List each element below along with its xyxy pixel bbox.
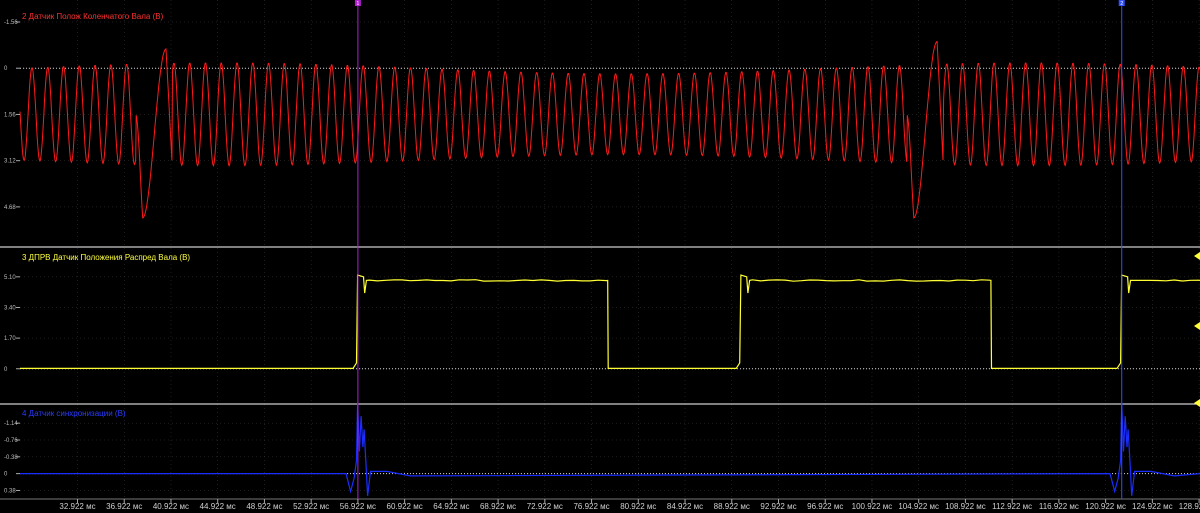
ch2-title[interactable]: 2 Датчик Полож Коленчатого Вала (В) [22,12,164,21]
y-tick-label: 3.40 [4,305,16,311]
x-tick-label: 92.922 мс [760,502,796,511]
x-tick-label: 44.922 мс [200,502,236,511]
x-tick-label: 32.922 мс [59,502,95,511]
x-tick-label: 116.922 мс [1039,502,1079,511]
y-tick-label: -1.14 [4,421,18,427]
x-tick-label: 96.922 мс [807,502,843,511]
x-tick-label: 108.922 мс [945,502,986,511]
ch3-title[interactable]: 3 ДПРВ Датчик Положения Распред Вала (В) [22,253,190,262]
y-tick-label: -0.38 [4,455,18,461]
x-tick-label: 120.922 мс [1085,502,1126,511]
x-tick-label: 112.922 мс [992,502,1032,511]
cursor-label: 2 [1120,1,1123,7]
y-tick-label: -1.56 [4,20,18,26]
x-tick-label: 76.922 мс [573,502,609,511]
x-tick-label: 64.922 мс [433,502,469,511]
x-tick-label: 128.922 мс [1179,502,1200,511]
x-tick-label: 104.922 мс [898,502,939,511]
y-tick-label: 4.68 [4,205,16,211]
y-tick-label: -0.76 [4,438,18,444]
y-tick-label: 1.70 [4,336,16,342]
y-tick-label: 5.10 [4,275,16,281]
x-tick-label: 72.922 мс [527,502,563,511]
x-tick-label: 60.922 мс [387,502,423,511]
cursor-label: 1 [357,1,360,7]
x-tick-label: 36.922 мс [106,502,142,511]
ch4-title[interactable]: 4 Датчик синхронизации (В) [22,409,126,418]
oscilloscope-view[interactable]: 12 -1.5601.563.124.685.103.401.700-1.14-… [0,0,1200,513]
x-tick-label: 88.922 мс [714,502,750,511]
y-tick-label: 0.38 [4,488,16,494]
x-tick-label: 52.922 мс [293,502,329,511]
x-tick-label: 56.922 мс [340,502,376,511]
y-tick-label: 3.12 [4,159,16,165]
x-tick-label: 48.922 мс [246,502,282,511]
x-tick-label: 84.922 мс [667,502,703,511]
x-tick-label: 40.922 мс [153,502,189,511]
x-tick-label: 68.922 мс [480,502,516,511]
y-tick-label: 1.56 [4,112,16,118]
x-tick-label: 80.922 мс [620,502,656,511]
x-tick-label: 100.922 мс [852,502,893,511]
x-tick-label: 124.922 мс [1132,502,1173,511]
